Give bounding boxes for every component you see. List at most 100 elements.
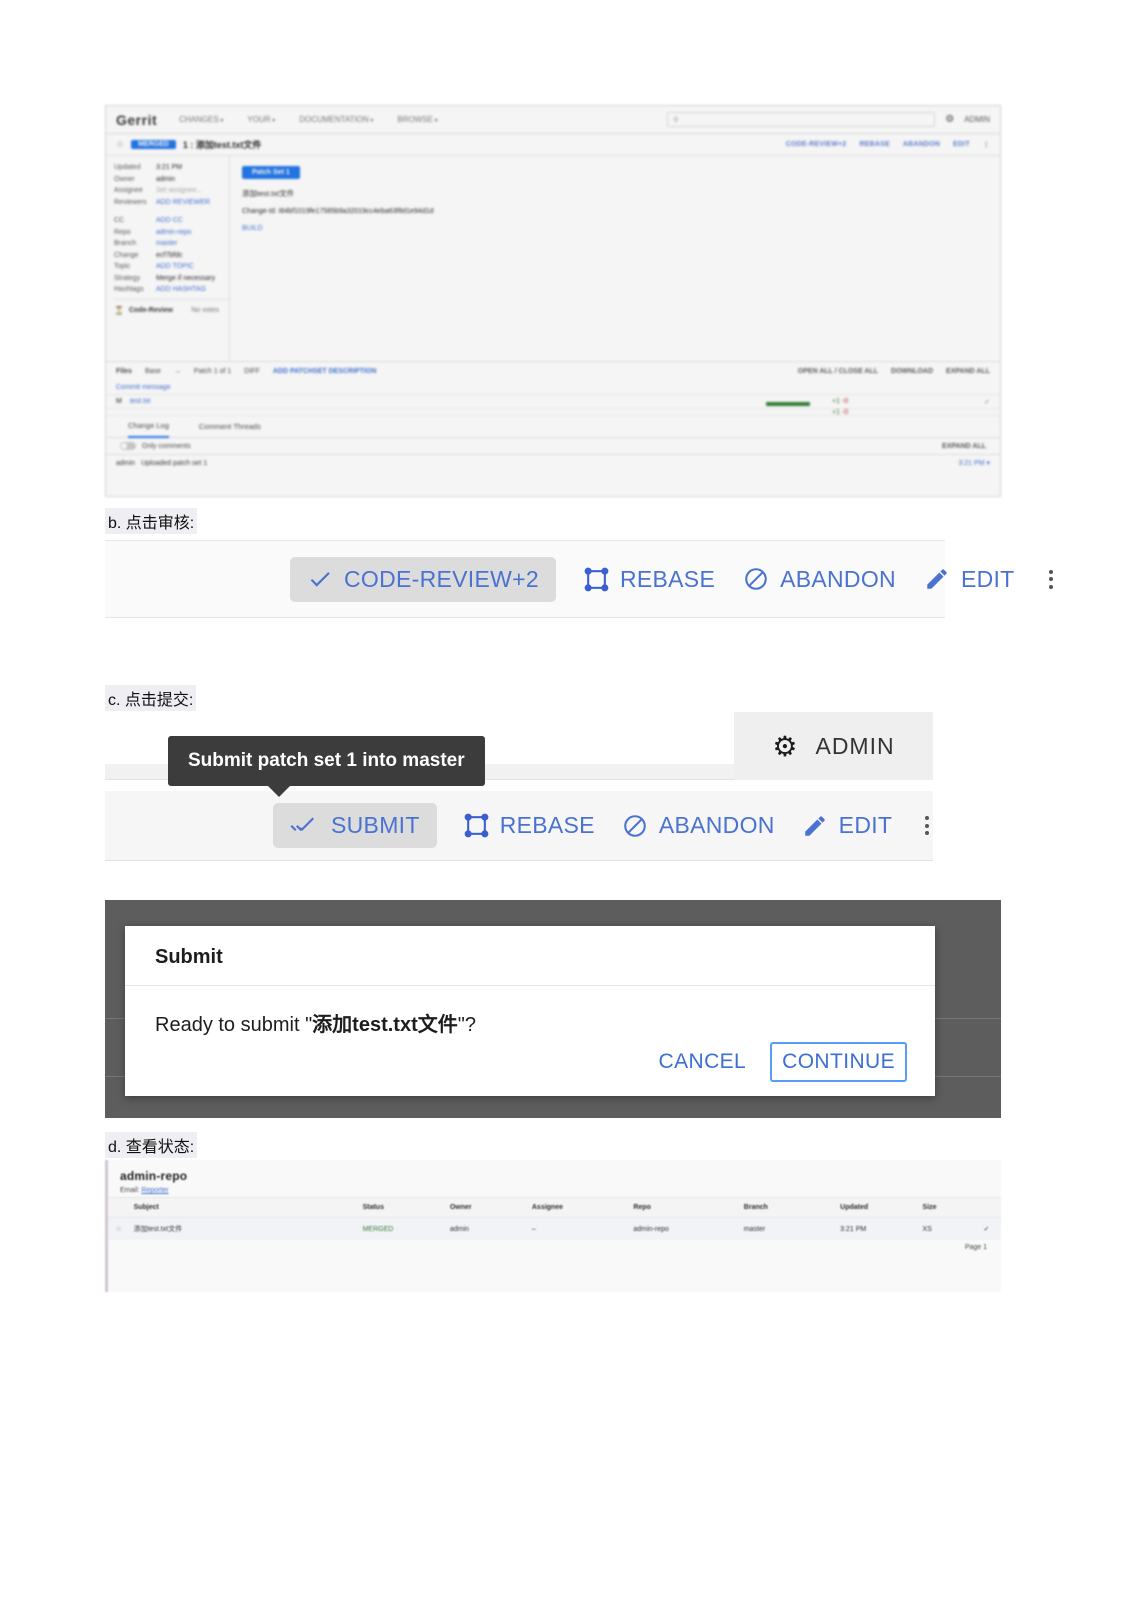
account-area[interactable]: ⚙ ADMIN	[734, 712, 933, 780]
log-expand-icon[interactable]: ▾	[986, 460, 990, 467]
nav-item-documentation[interactable]: DOCUMENTATION	[299, 115, 373, 124]
change-log-tabs[interactable]: Change Log Comment Threads	[106, 416, 1000, 438]
file-delta: +1 -0	[832, 398, 848, 405]
metadata-key: Change	[114, 251, 139, 259]
metadata-value[interactable]: ADD REVIEWER	[156, 199, 210, 206]
column-size[interactable]: Size	[918, 1197, 972, 1218]
abandon-action[interactable]: ABANDON	[903, 141, 940, 149]
gerrit-top-header: Gerrit CHANGES YOUR DOCUMENTATION BROWSE…	[106, 106, 1000, 134]
metadata-value[interactable]: ADD CC	[156, 217, 183, 224]
change-action-bar[interactable]: CODE-REVIEW+2 REBASE ABANDON EDIT ⋮	[786, 141, 990, 149]
column-branch[interactable]: Branch	[739, 1197, 837, 1218]
files-base-select[interactable]: Base	[145, 368, 161, 375]
abandon-button[interactable]: ABANDON	[622, 812, 775, 839]
change-metadata-panel: Updated 3:21 PM Owner admin Assignee Set as…	[106, 156, 230, 361]
rebase-icon	[584, 567, 609, 592]
nav-item-changes[interactable]: CHANGES	[179, 115, 223, 124]
review-action-bar-screenshot: CODE-REVIEW+2 REBASE ABANDON EDIT	[105, 540, 1053, 618]
metadata-key: Repo	[114, 228, 131, 236]
commit-message-link[interactable]: BUILD	[242, 225, 988, 232]
column-repo[interactable]: Repo	[629, 1197, 740, 1218]
metadata-value[interactable]: Set assignee...	[156, 187, 202, 194]
files-diff-toggle[interactable]: DIFF	[244, 368, 260, 375]
submit-dialog-screenshot: Submit Ready to submit "添加test.txt文件"? C…	[105, 900, 1001, 1118]
account-label[interactable]: ADMIN	[815, 733, 894, 760]
column-owner[interactable]: Owner	[445, 1197, 528, 1218]
commit-message-file-row[interactable]: Commit message	[106, 381, 1000, 395]
repo-subtitle-link[interactable]: Reporter	[141, 1187, 168, 1194]
pencil-icon	[802, 813, 828, 839]
change-title: 1 : 添加test.txt文件	[182, 140, 262, 150]
code-review-action[interactable]: CODE-REVIEW+2	[786, 141, 847, 149]
column-assignee[interactable]: Assignee	[527, 1197, 630, 1218]
expand-all-log-button[interactable]: EXPAND ALL	[942, 443, 986, 450]
table-row[interactable]: ☆ 添加test.txt文件 MERGED admin – admin-repo…	[108, 1217, 1001, 1240]
cancel-button[interactable]: CANCEL	[651, 1044, 755, 1080]
column-updated[interactable]: Updated	[836, 1197, 919, 1218]
log-text: Uploaded patch set 1	[141, 459, 208, 467]
search-input[interactable]: ⚲	[667, 112, 936, 127]
file-name-link[interactable]: test.txt	[130, 398, 151, 405]
nav-item-your[interactable]: YOUR	[247, 115, 275, 124]
file-row[interactable]: M test.txt +1 -0 ✓	[106, 395, 1000, 409]
metadata-key: Strategy	[114, 274, 141, 282]
metadata-row: Reviewers ADD REVIEWER	[114, 199, 229, 206]
column-status-check	[971, 1197, 1001, 1218]
edit-button[interactable]: EDIT	[802, 812, 893, 839]
submit-dialog: Submit Ready to submit "添加test.txt文件"? C…	[125, 926, 935, 1096]
gerrit-main-nav[interactable]: CHANGES YOUR DOCUMENTATION BROWSE	[179, 115, 437, 124]
tab-comment-threads[interactable]: Comment Threads	[199, 422, 261, 431]
row-size: XS	[918, 1217, 972, 1240]
abandon-button[interactable]: ABANDON	[743, 566, 896, 593]
row-repo[interactable]: admin-repo	[629, 1217, 740, 1240]
download-button[interactable]: DOWNLOAD	[891, 368, 933, 375]
metadata-value[interactable]: ADD HASHTAG	[156, 286, 206, 293]
continue-button[interactable]: CONTINUE	[770, 1042, 907, 1082]
submit-label: SUBMIT	[331, 812, 420, 838]
metadata-key: Hashtags	[114, 286, 144, 293]
metadata-value[interactable]: admin-repo	[156, 229, 191, 236]
only-comments-toggle[interactable]	[120, 442, 136, 450]
open-close-all-button[interactable]: OPEN ALL / CLOSE ALL	[798, 368, 878, 375]
metadata-key: Topic	[114, 263, 131, 270]
files-arrow-icon: →	[173, 368, 181, 375]
rebase-button[interactable]: REBASE	[464, 812, 595, 839]
row-owner[interactable]: admin	[445, 1217, 528, 1240]
account-label[interactable]: ADMIN	[964, 115, 990, 124]
rebase-button[interactable]: REBASE	[584, 566, 715, 593]
metadata-value[interactable]: master	[156, 240, 177, 247]
files-patch-select[interactable]: Patch 1 of 1	[194, 368, 231, 375]
file-status-letter: M	[116, 398, 122, 405]
metadata-value[interactable]: ADD TOPIC	[156, 263, 194, 270]
abandon-label: ABANDON	[658, 812, 775, 838]
kebab-menu-icon[interactable]	[919, 812, 935, 839]
kebab-menu-icon[interactable]: ⋮	[983, 141, 990, 149]
metadata-row: Owner admin	[114, 176, 229, 183]
check-icon	[307, 566, 333, 592]
star-icon[interactable]: ☆	[116, 139, 124, 150]
gear-icon[interactable]: ⚙	[945, 114, 954, 125]
gear-icon[interactable]: ⚙	[772, 730, 797, 763]
add-patchset-description-button[interactable]: ADD PATCHSET DESCRIPTION	[273, 368, 377, 375]
rebase-action[interactable]: REBASE	[859, 141, 889, 149]
row-branch[interactable]: master	[739, 1217, 837, 1240]
files-toolbar: Files Base → Patch 1 of 1 DIFF ADD PATCH…	[106, 361, 1000, 381]
metadata-row: Repo admin-repo	[114, 229, 229, 236]
row-star-icon[interactable]: ☆	[108, 1217, 130, 1240]
submit-action-bar: SUBMIT REBASE ABANDON EDIT	[105, 791, 933, 861]
edit-button[interactable]: EDIT	[924, 566, 1015, 593]
kebab-menu-icon[interactable]	[1043, 566, 1059, 593]
column-status[interactable]: Status	[358, 1197, 446, 1218]
caption-b: b. 点击审核:	[105, 508, 198, 534]
expand-all-button[interactable]: EXPAND ALL	[946, 368, 990, 375]
edit-action[interactable]: EDIT	[953, 141, 970, 149]
tab-change-log[interactable]: Change Log	[128, 416, 169, 438]
code-review-plus-2-button[interactable]: CODE-REVIEW+2	[290, 556, 556, 602]
nav-item-browse[interactable]: BROWSE	[397, 115, 437, 124]
rebase-icon	[464, 813, 489, 838]
metadata-value: 3:21 PM	[156, 164, 183, 171]
column-subject[interactable]: Subject	[129, 1197, 359, 1218]
file-reviewed-check-icon[interactable]: ✓	[984, 398, 990, 406]
row-subject[interactable]: 添加test.txt文件	[129, 1217, 359, 1240]
submit-button[interactable]: SUBMIT	[273, 803, 437, 848]
